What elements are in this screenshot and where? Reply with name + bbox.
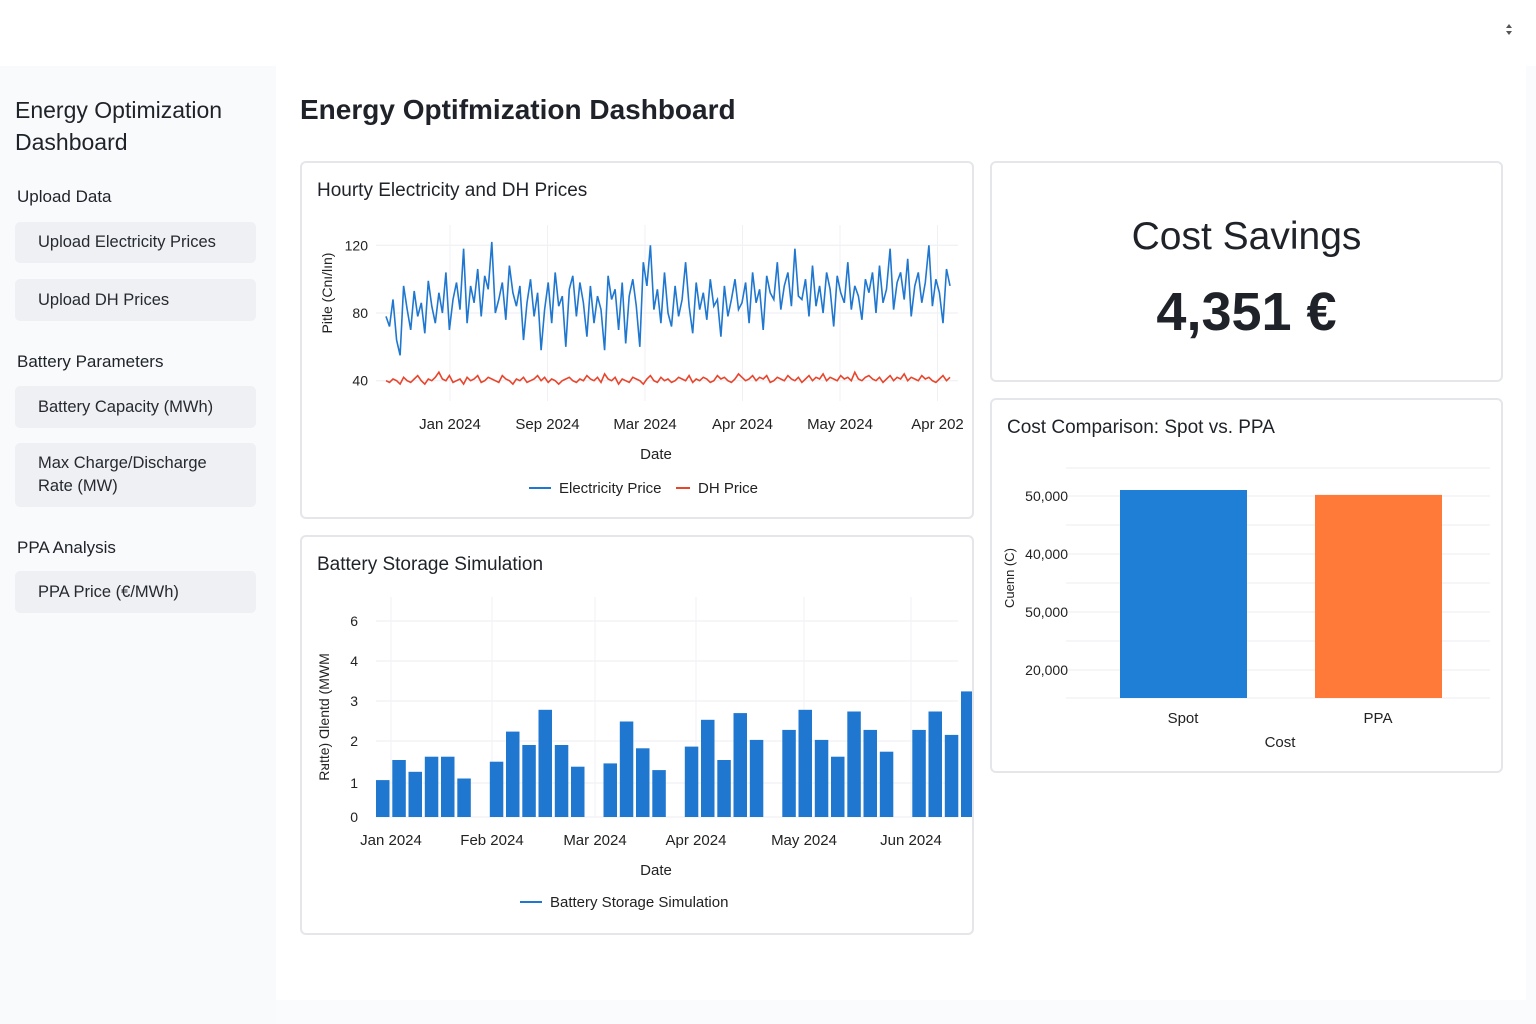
price-chart-xlabel: Date xyxy=(640,446,672,463)
battery-xtick-label: Jan 2024 xyxy=(360,832,422,849)
battery-bar xyxy=(506,731,520,817)
cost-xtick-label: Spot xyxy=(1168,710,1200,727)
sidebar-title: Energy Optimization Dashboard xyxy=(15,97,223,155)
battery-bar xyxy=(571,766,585,817)
cost-savings-label: Cost Savings xyxy=(1131,215,1362,258)
main-content: Energy Optifmization Dashboard Hourty El… xyxy=(276,66,1526,1000)
battery-bar xyxy=(392,760,406,817)
cost-xtick-label: PPA xyxy=(1364,710,1393,727)
battery-bar xyxy=(879,751,894,817)
cost-comparison-chart: 50,000 40,000 50,000 20,000 Spot PPA Cuenn (… xyxy=(1002,467,1490,751)
legend-dh-label: DH Price xyxy=(698,480,758,497)
battery-bar xyxy=(636,748,650,817)
battery-xtick-label: Apr 2024 xyxy=(666,832,727,849)
battery-bar xyxy=(961,691,972,817)
battery-xtick-label: Feb 2024 xyxy=(460,832,523,849)
battery-bar xyxy=(733,713,747,817)
battery-bar xyxy=(441,756,455,817)
battery-bar xyxy=(457,778,471,817)
battery-bar xyxy=(489,761,504,817)
battery-bar xyxy=(603,763,617,817)
cost-bar-ppa xyxy=(1315,494,1442,698)
cost-ytick-label: 50,000 xyxy=(1025,488,1068,504)
battery-bar xyxy=(554,745,569,817)
cost-savings-value: 4,351 € xyxy=(1156,282,1337,342)
sidebar: Energy Optimization Dashboard Upload Dat… xyxy=(0,66,276,1024)
battery-xtick-label: May 2024 xyxy=(771,832,837,849)
cost-savings-card: Cost Savings 4,351 € xyxy=(990,161,1503,382)
section-battery-parameters: Battery Parameters xyxy=(17,352,164,371)
battery-bar xyxy=(814,739,829,817)
battery-bar xyxy=(717,760,731,817)
price-xtick-label: May 2024 xyxy=(807,416,873,433)
battery-ytick-label: 3 xyxy=(350,693,358,709)
cost-ytick-label: 40,000 xyxy=(1025,546,1068,562)
battery-bar xyxy=(408,771,422,817)
battery-bar xyxy=(944,734,959,817)
battery-bar xyxy=(863,729,877,817)
battery-bar xyxy=(424,756,439,817)
price-ytick-label: 80 xyxy=(352,305,368,321)
battery-bar xyxy=(522,745,536,817)
battery-bar xyxy=(912,729,926,817)
price-xtick-label: Mar 2024 xyxy=(613,416,676,433)
price-xtick-label: Jan 2024 xyxy=(419,416,481,433)
battery-ytick-label: 6 xyxy=(350,613,358,629)
battery-bar xyxy=(684,746,699,817)
electricity-price-line xyxy=(385,241,951,356)
price-xtick-label: Sep 2024 xyxy=(515,416,579,433)
battery-chart-ylabel: Rᴚtte) Ɑlentd (MWM xyxy=(316,653,332,781)
cost-bar-spot xyxy=(1120,490,1247,698)
section-upload-data: Upload Data xyxy=(17,187,112,206)
cost-chart-xlabel: Cost xyxy=(1265,734,1297,751)
battery-bar xyxy=(619,721,634,817)
cost-ytick-label: 50,000 xyxy=(1025,604,1068,620)
battery-ytick-label: 0 xyxy=(350,809,358,825)
battery-capacity-input[interactable]: Battery Capacity (MWh) xyxy=(15,386,256,428)
price-chart-ylabel: Pitle (Cnı/lın) xyxy=(319,253,335,334)
upload-electricity-prices-button[interactable]: Upload Electricity Prices xyxy=(15,222,256,263)
price-ytick-label: 120 xyxy=(345,237,369,253)
battery-xtick-label: Mar 2024 xyxy=(563,832,626,849)
upload-dh-prices-button[interactable]: Upload DH Prices xyxy=(15,279,256,321)
ppa-price-input[interactable]: PPA Price (€/MWh) xyxy=(15,571,256,613)
battery-chart-card: Battery Storage Simulation 0 1 2 3 4 6 Jan 20… xyxy=(300,535,974,935)
battery-bar xyxy=(376,780,390,817)
cost-chart-ylabel: Cuenn (C) xyxy=(1002,548,1017,608)
battery-bar xyxy=(831,756,845,817)
battery-bar xyxy=(847,711,861,817)
price-xtick-label: Apr 202 xyxy=(911,416,964,433)
battery-xtick-label: Jun 2024 xyxy=(880,832,942,849)
battery-bar-chart: 0 1 2 3 4 6 Jan 2024 Feb 2024 Mar 2024 Apr 2024 M… xyxy=(316,597,972,911)
battery-bar xyxy=(749,739,764,817)
dh-price-line xyxy=(385,370,951,386)
battery-bar xyxy=(701,719,715,817)
battery-bar xyxy=(928,711,942,817)
battery-bar xyxy=(798,709,812,817)
price-ytick-label: 40 xyxy=(352,373,368,389)
battery-chart-xlabel: Date xyxy=(640,862,672,879)
battery-ytick-label: 2 xyxy=(350,733,358,749)
battery-ytick-label: 4 xyxy=(350,653,358,669)
legend-electricity-label: Electricity Price xyxy=(559,480,662,497)
cost-comparison-card: Cost Comparison: Spot vs. PPA 50,000 40,0… xyxy=(990,398,1503,773)
updown-chevron-icon[interactable] xyxy=(1504,24,1514,42)
battery-ytick-label: 1 xyxy=(350,775,358,791)
battery-bar xyxy=(538,709,552,817)
section-ppa-analysis: PPA Analysis xyxy=(17,538,116,557)
page-title: Energy Optifmization Dashboard xyxy=(300,94,736,125)
price-chart-card: Hourty Electricity and DH Prices 40 80 120… xyxy=(300,161,974,519)
legend-battery-label: Battery Storage Simulation xyxy=(550,894,728,911)
top-bar xyxy=(0,0,1536,66)
battery-bar xyxy=(782,729,796,817)
price-xtick-label: Apr 2024 xyxy=(712,416,773,433)
max-charge-rate-input[interactable]: Max Charge/Discharge Rate (MW) xyxy=(15,443,256,507)
cost-ytick-label: 20,000 xyxy=(1025,662,1068,678)
battery-bar xyxy=(652,770,666,817)
price-line-chart: 40 80 120 Jan 2024 Sep 2024 Mar 2024 Apr 2024… xyxy=(319,225,964,497)
